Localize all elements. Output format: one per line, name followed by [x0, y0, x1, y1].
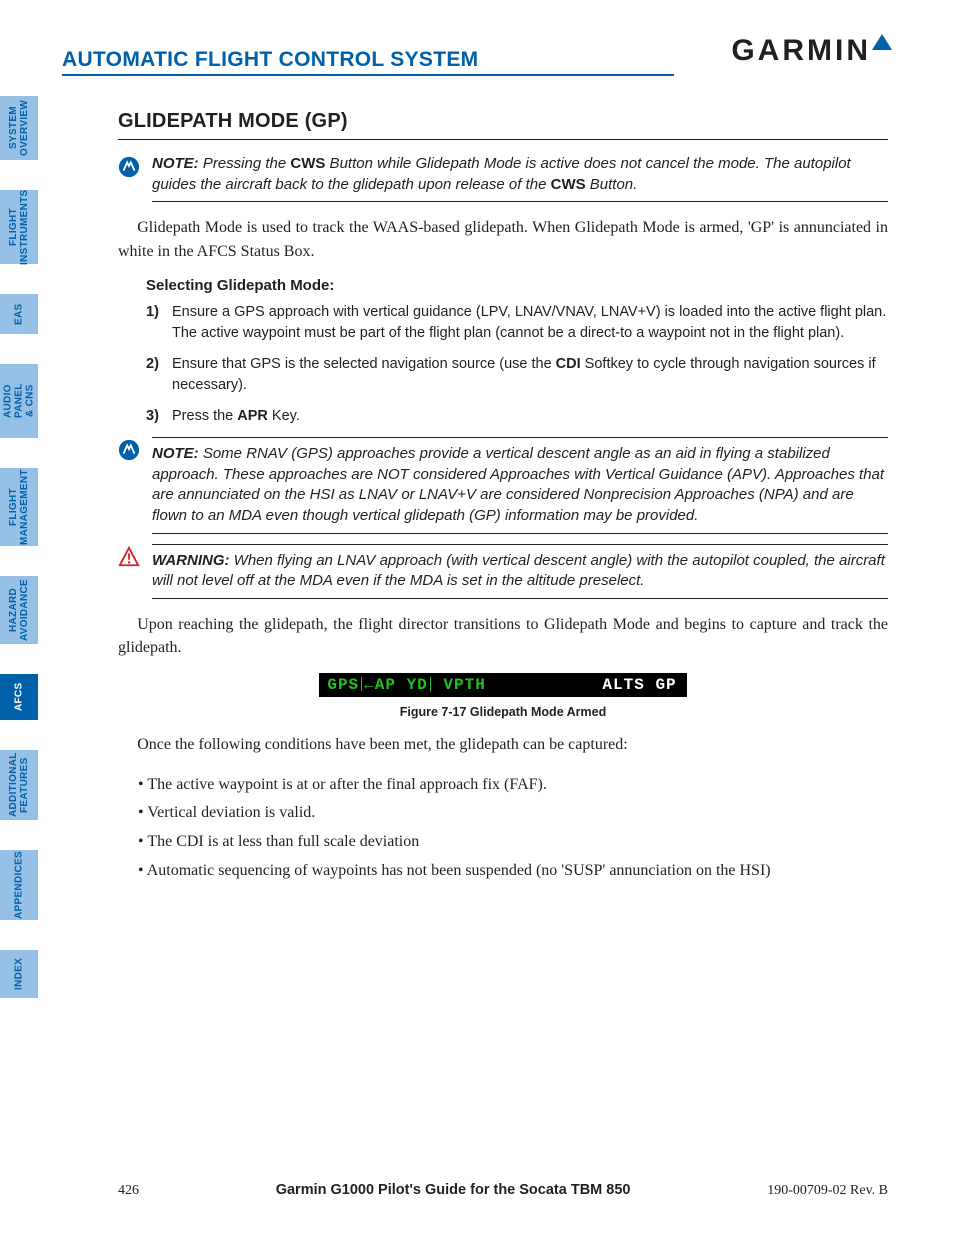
- tab-afcs[interactable]: AFCS: [0, 674, 38, 720]
- note-callout-1: NOTE: Pressing the CWS Button while Glid…: [118, 154, 888, 202]
- tab-audio-panel-cns[interactable]: AUDIO PANEL& CNS: [0, 364, 38, 438]
- logo-triangle-icon: [872, 34, 892, 50]
- step-3: 3)Press the APR Key.: [146, 406, 888, 427]
- note1-t1: Pressing the: [199, 155, 291, 172]
- note-icon: [118, 156, 140, 178]
- afcs-vpth: VPTH: [443, 676, 485, 694]
- step-list: 1)Ensure a GPS approach with vertical gu…: [146, 302, 888, 427]
- note-callout-2: NOTE: Some RNAV (GPS) approaches provide…: [118, 437, 888, 534]
- afcs-gps: GPS: [327, 676, 359, 694]
- page-content: GLIDEPATH MODE (GP) NOTE: Pressing the C…: [118, 110, 888, 886]
- footer-title: Garmin G1000 Pilot's Guide for the Socat…: [276, 1182, 631, 1198]
- tab-additional-features[interactable]: ADDITIONALFEATURES: [0, 750, 38, 820]
- bullet-4: Automatic sequencing of waypoints has no…: [138, 857, 888, 886]
- warning-icon: [118, 546, 140, 568]
- note-icon: [118, 439, 140, 461]
- tab-appendices[interactable]: APPENDICES: [0, 850, 38, 920]
- afcs-gp: GP: [655, 676, 676, 694]
- tab-system-overview[interactable]: SYSTEMOVERVIEW: [0, 96, 38, 160]
- step-1: 1)Ensure a GPS approach with vertical gu…: [146, 302, 888, 344]
- paragraph-1: Glidepath Mode is used to track the WAAS…: [118, 216, 888, 262]
- step-2: 2)Ensure that GPS is the selected naviga…: [146, 354, 888, 396]
- warning-lead: WARNING:: [152, 552, 230, 569]
- afcs-arrow: ←: [364, 676, 375, 694]
- warning-text: When flying an LNAV approach (with verti…: [152, 552, 885, 590]
- note2-text: Some RNAV (GPS) approaches provide a ver…: [152, 445, 884, 524]
- warning-callout: WARNING: When flying an LNAV approach (w…: [118, 544, 888, 599]
- afcs-ap: AP: [375, 676, 396, 694]
- figure-afcs-box: GPS ←AP YD VPTH ALTS GP: [118, 673, 888, 697]
- tab-hazard-avoidance[interactable]: HAZARDAVOIDANCE: [0, 576, 38, 644]
- paragraph-3: Once the following conditions have been …: [118, 733, 888, 756]
- tab-flight-instruments[interactable]: FLIGHTINSTRUMENTS: [0, 190, 38, 264]
- bullet-2: Vertical deviation is valid.: [138, 799, 888, 828]
- figure-caption: Figure 7-17 Glidepath Mode Armed: [118, 705, 888, 719]
- side-tabs: SYSTEMOVERVIEW FLIGHTINSTRUMENTS EAS AUD…: [0, 96, 50, 1028]
- page-number: 426: [118, 1183, 139, 1199]
- note1-b2: CWS: [551, 176, 586, 193]
- paragraph-2: Upon reaching the glidepath, the flight …: [118, 613, 888, 659]
- note1-b1: CWS: [290, 155, 325, 172]
- page-footer: 426 Garmin G1000 Pilot's Guide for the S…: [118, 1182, 888, 1199]
- header-rule: [62, 74, 674, 76]
- subheading-selecting: Selecting Glidepath Mode:: [146, 277, 888, 294]
- afcs-yd: YD: [407, 676, 428, 694]
- logo-text: GARMIN: [731, 34, 871, 68]
- tab-flight-management[interactable]: FLIGHTMANAGEMENT: [0, 468, 38, 546]
- section-rule: [118, 139, 888, 140]
- tab-eas[interactable]: EAS: [0, 294, 38, 334]
- note-lead: NOTE:: [152, 155, 199, 172]
- garmin-logo: GARMIN: [731, 34, 892, 68]
- bullet-list: The active waypoint is at or after the f…: [138, 771, 888, 886]
- note2-lead: NOTE:: [152, 445, 199, 462]
- tab-index[interactable]: INDEX: [0, 950, 38, 998]
- note1-t3: Button.: [586, 176, 638, 193]
- bullet-3: The CDI is at less than full scale devia…: [138, 828, 888, 857]
- section-heading: GLIDEPATH MODE (GP): [118, 110, 888, 133]
- afcs-alts: ALTS: [602, 676, 644, 694]
- page-header: AUTOMATIC FLIGHT CONTROL SYSTEM GARMIN: [62, 48, 892, 88]
- footer-rev: 190-00709-02 Rev. B: [767, 1183, 888, 1199]
- bullet-1: The active waypoint is at or after the f…: [138, 771, 888, 800]
